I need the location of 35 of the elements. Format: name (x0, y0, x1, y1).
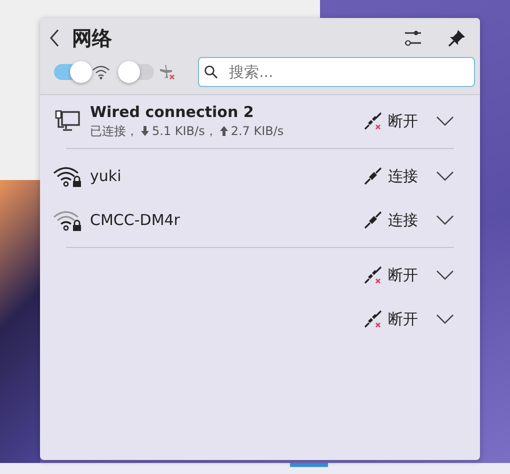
expand-icon[interactable] (436, 116, 454, 126)
wifi-icon (92, 64, 110, 80)
pin-icon[interactable] (447, 28, 467, 48)
panel-title: 网络 (72, 24, 112, 52)
disconnect-button[interactable]: 断开 (364, 310, 418, 328)
computer-icon (55, 108, 81, 134)
plug-icon (364, 211, 382, 229)
disconnect-button[interactable]: 断开 (364, 266, 418, 284)
plug-icon (364, 167, 382, 185)
search-icon (204, 65, 218, 79)
expand-icon[interactable] (436, 171, 454, 181)
upload-arrow-icon (220, 126, 228, 136)
connection-name: Wired connection 2 (90, 102, 255, 120)
unplugged-icon (364, 310, 382, 328)
unplugged-icon (364, 112, 382, 130)
disconnect-button[interactable]: 断开 (364, 112, 418, 130)
airplane-icon (158, 64, 176, 80)
connection-name: CMCC-DM4r (90, 211, 181, 229)
download-arrow-icon (141, 126, 149, 136)
search-field[interactable]: 搜索... (198, 57, 475, 87)
connection-name: yuki (90, 167, 122, 185)
connection-status: 已连接， (90, 122, 138, 140)
unplugged-icon (364, 266, 382, 284)
download-speed: 5.1 KIB/s， (152, 122, 217, 140)
expand-icon[interactable] (436, 270, 454, 280)
connect-button[interactable]: 连接 (364, 166, 418, 186)
expand-icon[interactable] (436, 314, 454, 324)
connect-button[interactable]: 连接 (364, 210, 418, 230)
settings-icon[interactable] (403, 28, 423, 48)
upload-speed: 2.7 KIB/s (230, 124, 284, 138)
wifi-lock-icon (52, 208, 84, 232)
toggle-switch[interactable] (120, 64, 154, 80)
wifi-lock-icon (52, 164, 84, 188)
expand-icon[interactable] (436, 215, 454, 225)
active-task-indicator (290, 463, 328, 467)
